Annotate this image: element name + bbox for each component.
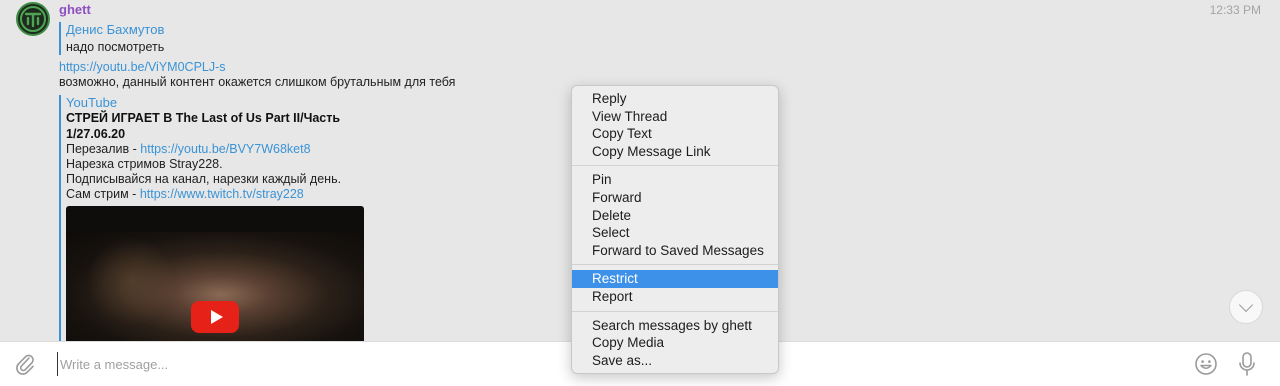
- message-link[interactable]: https://youtu.be/ViYM0CPLJ-s: [59, 60, 226, 74]
- scroll-down-button[interactable]: [1229, 290, 1263, 324]
- sender-name[interactable]: ghett: [59, 2, 91, 17]
- play-icon: [210, 310, 223, 324]
- menu-item-report[interactable]: Report: [572, 288, 778, 306]
- message-context-menu: Reply View Thread Copy Text Copy Message…: [571, 85, 779, 374]
- menu-separator: [572, 165, 778, 167]
- menu-item-delete[interactable]: Delete: [572, 207, 778, 225]
- menu-item-copy-text[interactable]: Copy Text: [572, 125, 778, 143]
- chevron-down-icon: [1238, 297, 1254, 312]
- play-button[interactable]: [191, 301, 239, 333]
- message-input[interactable]: [57, 352, 557, 376]
- menu-item-view-thread[interactable]: View Thread: [572, 108, 778, 126]
- message-text: возможно, данный контент окажется слишко…: [59, 75, 456, 89]
- menu-item-save-as[interactable]: Save as...: [572, 352, 778, 370]
- preview-line-reupload: Перезалив - https://youtu.be/BVY7W68ket8: [66, 142, 369, 157]
- preview-reupload-label: Перезалив -: [66, 142, 141, 156]
- paperclip-icon[interactable]: [14, 352, 36, 376]
- preview-stream-link[interactable]: https://www.twitch.tv/stray228: [140, 187, 304, 201]
- menu-item-copy-message-link[interactable]: Copy Message Link: [572, 143, 778, 161]
- message-time: 12:33 PM: [1209, 3, 1261, 17]
- preview-line-stream: Сам стрим - https://www.twitch.tv/stray2…: [66, 187, 369, 202]
- preview-line-subscribe: Подписывайся на канал, нарезки каждый де…: [66, 172, 342, 186]
- channel-logo-icon: [20, 6, 46, 32]
- preview-line-clips: Нарезка стримов Stray228.: [66, 157, 223, 171]
- preview-site-name[interactable]: YouTube: [66, 95, 369, 110]
- microphone-icon[interactable]: [1237, 351, 1257, 377]
- menu-item-copy-media[interactable]: Copy Media: [572, 334, 778, 352]
- menu-item-pin[interactable]: Pin: [572, 171, 778, 189]
- preview-title: СТРЕЙ ИГРАЕТ В The Last of Us Part II/Ча…: [66, 111, 341, 141]
- menu-item-reply[interactable]: Reply: [572, 90, 778, 108]
- menu-separator: [572, 310, 778, 312]
- menu-item-forward-to-saved[interactable]: Forward to Saved Messages: [572, 242, 778, 260]
- menu-item-search-messages[interactable]: Search messages by ghett: [572, 317, 778, 335]
- sender-avatar[interactable]: [16, 2, 50, 36]
- menu-separator: [572, 264, 778, 266]
- menu-item-restrict[interactable]: Restrict: [572, 270, 778, 288]
- preview-stream-label: Сам стрим -: [66, 187, 140, 201]
- reply-text: надо посмотреть: [66, 40, 165, 54]
- preview-reupload-link[interactable]: https://youtu.be/BVY7W68ket8: [140, 142, 310, 156]
- menu-item-select[interactable]: Select: [572, 224, 778, 242]
- emoji-icon[interactable]: [1194, 352, 1218, 376]
- video-thumbnail[interactable]: [66, 206, 364, 341]
- reply-quote[interactable]: Денис Бахмутов надо посмотреть: [59, 22, 164, 55]
- menu-item-forward[interactable]: Forward: [572, 189, 778, 207]
- reply-author: Денис Бахмутов: [66, 22, 165, 37]
